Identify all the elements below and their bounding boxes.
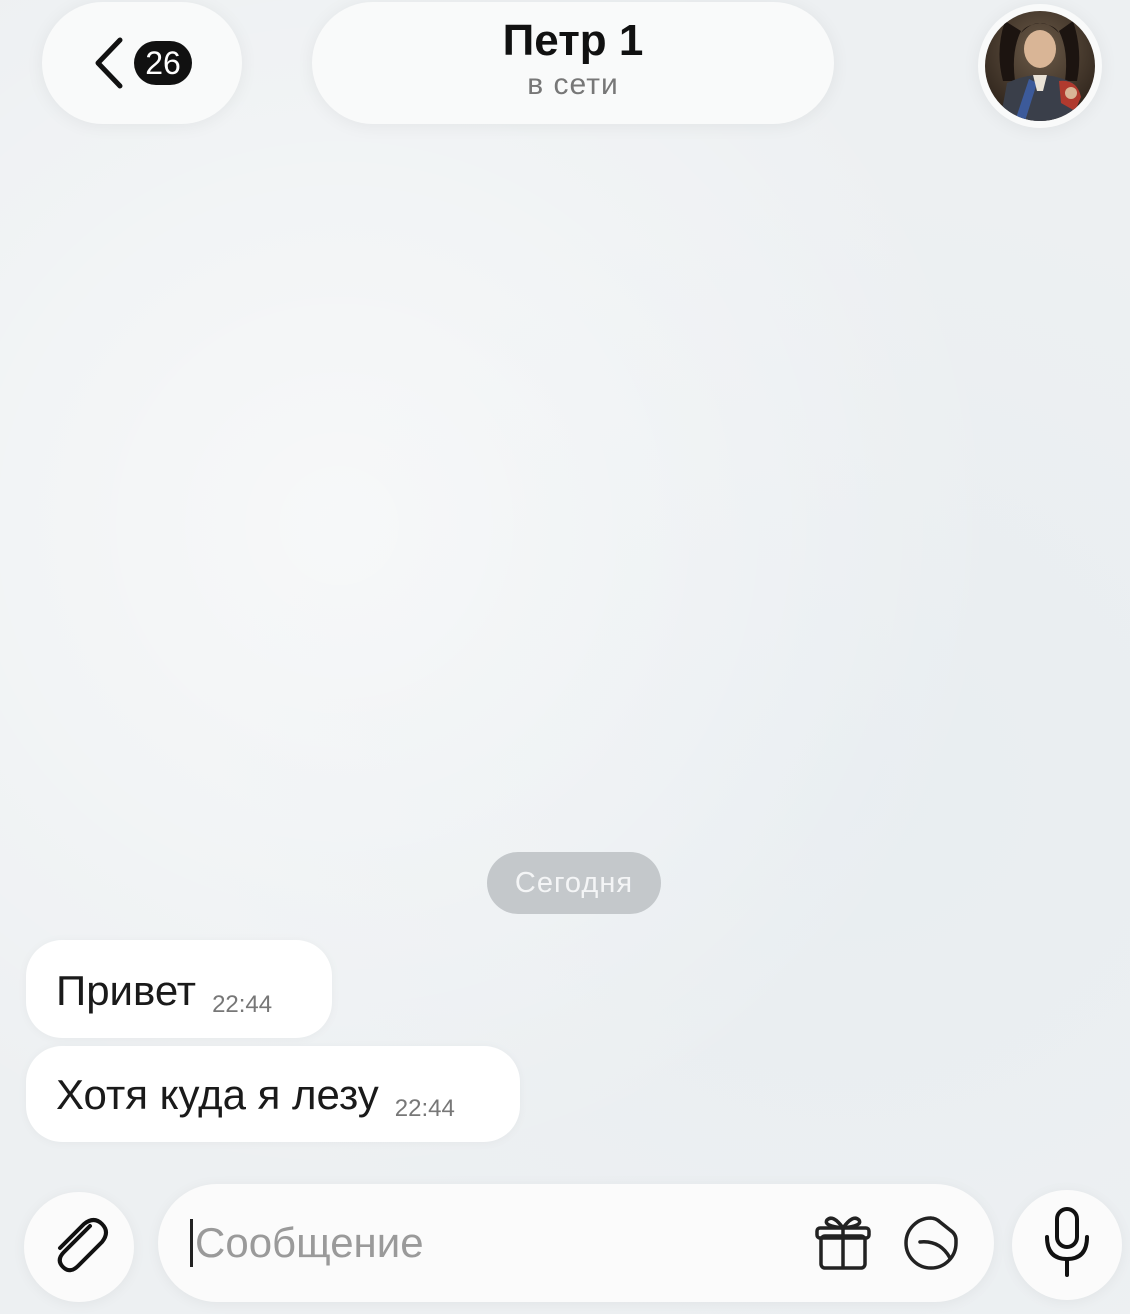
sticker-icon[interactable]	[898, 1210, 964, 1276]
avatar	[985, 11, 1095, 121]
message-composer[interactable]	[158, 1184, 994, 1302]
voice-message-button[interactable]	[1012, 1190, 1122, 1300]
back-button[interactable]: 26	[42, 2, 242, 124]
message-bubble[interactable]: Привет 22:44	[26, 940, 332, 1038]
date-separator: Сегодня	[487, 852, 661, 914]
message-input[interactable]	[195, 1219, 755, 1267]
chat-header-info[interactable]: Петр 1 в сети	[312, 2, 834, 124]
chat-title: Петр 1	[502, 16, 644, 65]
microphone-icon	[1035, 1203, 1099, 1288]
unread-count-badge: 26	[134, 41, 192, 85]
text-caret	[190, 1219, 193, 1267]
message-text: Привет	[56, 967, 197, 1014]
message-time: 22:44	[394, 1095, 455, 1122]
message-time: 22:44	[212, 991, 273, 1018]
gift-icon[interactable]	[810, 1210, 876, 1276]
paperclip-icon	[44, 1210, 114, 1285]
avatar-button[interactable]	[978, 4, 1102, 128]
message-bubble[interactable]: Хотя куда я лезу 22:44	[26, 1046, 520, 1142]
message-text: Хотя куда я лезу	[56, 1071, 379, 1118]
chevron-left-icon	[92, 34, 126, 92]
attach-button[interactable]	[24, 1192, 134, 1302]
online-status: в сети	[527, 68, 619, 101]
